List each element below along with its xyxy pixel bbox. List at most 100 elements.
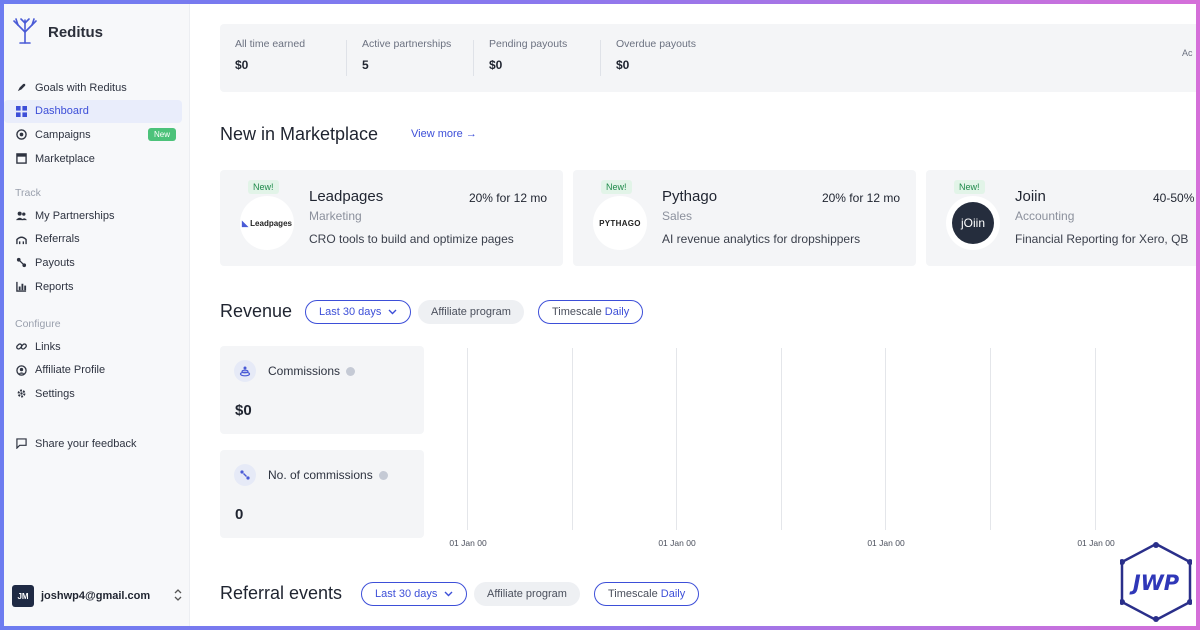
timescale-prefix: Timescale <box>552 306 602 318</box>
brand[interactable]: Reditus <box>10 16 103 49</box>
nav-item-goals[interactable]: Goals with Reditus <box>4 76 182 100</box>
nav-item-marketplace[interactable]: Marketplace <box>4 147 182 171</box>
nav-track: Track My Partnerships Referrals Payouts <box>4 182 190 298</box>
stat-label: All time earned <box>235 38 306 50</box>
revenue-title: Revenue <box>220 301 293 321</box>
info-icon[interactable] <box>346 367 356 377</box>
new-badge: New! <box>601 180 632 194</box>
payouts-icon <box>15 257 27 269</box>
nav-label: Affiliate Profile <box>35 364 106 377</box>
card-name: Leadpages <box>309 188 384 205</box>
card-rate: 40-50% <box>1153 191 1195 205</box>
gridline <box>676 348 677 530</box>
x-tick-label: 01 Jan 00 <box>658 538 696 548</box>
percent-icon <box>234 464 256 486</box>
jwp-watermark-logo: JWP <box>1119 542 1193 622</box>
nav-item-reports[interactable]: Reports <box>4 275 182 299</box>
nav-feedback: Share your feedback <box>4 432 190 456</box>
commissions-label: Commissions <box>268 364 356 378</box>
sidebar: Reditus Goals with Reditus Dashboard Cam… <box>4 4 190 626</box>
user-email: joshwp4@gmail.com <box>41 590 151 602</box>
stats-cut-label: Ac <box>1182 48 1193 58</box>
revenue-program-filter[interactable]: Affiliate program <box>418 300 524 324</box>
section-label-configure: Configure <box>15 318 61 330</box>
timescale-prefix: Timescale <box>608 588 658 600</box>
referral-timescale-select[interactable]: Timescale Daily <box>594 582 700 606</box>
divider <box>346 40 347 76</box>
timescale-value: Daily <box>660 588 686 600</box>
referral-range-select[interactable]: Last 30 days <box>361 582 468 606</box>
marketplace-title: New in Marketplace <box>220 124 379 144</box>
link-icon <box>15 341 27 353</box>
svg-text:JWP: JWP <box>1129 571 1180 595</box>
nav-label: Links <box>35 340 61 353</box>
nav-item-feedback[interactable]: Share your feedback <box>4 432 182 456</box>
stat-label: Active partnerships <box>362 38 452 50</box>
chevron-down-icon <box>388 306 397 318</box>
marketplace-card-leadpages[interactable]: ◣ Leadpages New! Leadpages Marketing CRO … <box>220 170 563 266</box>
section-label-track: Track <box>15 187 41 199</box>
card-category: Marketing <box>309 209 362 223</box>
nav-item-campaigns[interactable]: Campaigns New <box>4 123 182 147</box>
new-badge: New! <box>954 180 985 194</box>
stat-active-partnerships: Active partnerships 5 <box>362 38 451 72</box>
x-tick-label: 01 Jan 00 <box>867 538 905 548</box>
commissions-card: Commissions $0 <box>220 346 424 434</box>
pythago-logo: PYTHAGO <box>593 196 647 250</box>
gridline <box>781 348 782 530</box>
nav-item-links[interactable]: Links <box>4 335 182 359</box>
card-category: Accounting <box>1015 209 1075 223</box>
nav-item-dashboard[interactable]: Dashboard <box>4 99 182 124</box>
referrals-icon <box>15 233 27 245</box>
gridline <box>467 348 468 530</box>
marketplace-card-pythago[interactable]: PYTHAGO New! Pythago Sales AI revenue an… <box>573 170 916 266</box>
new-badge: New! <box>248 180 279 194</box>
chevron-updown-icon <box>174 588 182 604</box>
card-description: CRO tools to build and optimize pages <box>309 232 514 246</box>
coins-icon <box>234 360 256 382</box>
x-tick-label: 01 Jan 00 <box>449 538 487 548</box>
revenue-chart: 01 Jan 00 01 Jan 00 01 Jan 00 01 Jan 00 <box>434 348 1196 558</box>
stat-pending-payouts: Pending payouts $0 <box>489 38 567 72</box>
nav-item-payouts[interactable]: Payouts <box>4 251 182 275</box>
stat-value: 5 <box>362 58 369 72</box>
nav-item-settings[interactable]: Settings <box>4 382 182 406</box>
stat-value: $0 <box>235 58 249 72</box>
card-description: Financial Reporting for Xero, QB <box>1015 232 1189 246</box>
grid-icon <box>15 105 27 117</box>
timescale-value: Daily <box>604 306 630 318</box>
nav-item-referrals[interactable]: Referrals <box>4 228 182 252</box>
nav-main: Goals with Reditus Dashboard Campaigns N… <box>4 76 190 170</box>
card-name: Pythago <box>662 188 718 205</box>
new-badge: New <box>147 128 176 142</box>
nav-item-partnerships[interactable]: My Partnerships <box>4 204 182 228</box>
stat-value: $0 <box>489 58 503 72</box>
nav-label: Settings <box>35 387 75 400</box>
info-icon[interactable] <box>378 471 388 481</box>
nav-label: My Partnerships <box>35 209 115 222</box>
gear-icon <box>15 388 27 400</box>
marketplace-card-joiin[interactable]: jOiin New! Joiin Accounting Financial Re… <box>926 170 1196 266</box>
range-label: Last 30 days <box>375 588 438 600</box>
nav-item-affiliate-profile[interactable]: Affiliate Profile <box>4 359 182 383</box>
view-more-link[interactable]: View more → <box>411 128 477 140</box>
avatar: JM <box>12 585 34 607</box>
revenue-timescale-select[interactable]: Timescale Daily <box>538 300 644 324</box>
commission-count-card: No. of commissions 0 <box>220 450 424 538</box>
divider <box>473 40 474 76</box>
nav-label: Goals with Reditus <box>35 81 127 94</box>
brand-name: Reditus <box>48 24 104 41</box>
x-tick-label: 01 Jan 00 <box>1077 538 1115 548</box>
nav-label: Referrals <box>35 233 80 246</box>
commission-count-label: No. of commissions <box>268 468 388 482</box>
user-menu[interactable]: JM joshwp4@gmail.com <box>12 585 182 607</box>
chart-icon <box>15 281 27 293</box>
store-icon <box>15 153 27 165</box>
tree-logo-icon <box>10 16 40 49</box>
nav-label: Payouts <box>35 256 75 269</box>
revenue-range-select[interactable]: Last 30 days <box>305 300 412 324</box>
referral-program-filter[interactable]: Affiliate program <box>474 582 580 606</box>
chevron-down-icon <box>444 588 453 600</box>
card-description: AI revenue analytics for dropshippers <box>662 232 861 246</box>
nav-label: Campaigns <box>35 128 91 141</box>
